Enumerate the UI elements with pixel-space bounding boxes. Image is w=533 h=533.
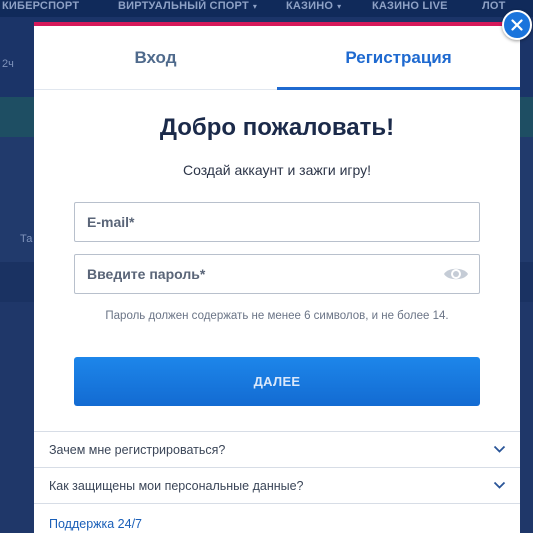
caret-down-icon: ▾ [252,2,258,11]
tab-register[interactable]: Регистрация [277,26,520,90]
faq-item-why-register[interactable]: Зачем мне регистрироваться? [34,431,520,467]
close-icon [511,19,523,31]
modal-title: Добро пожаловать! [159,114,395,141]
support-link[interactable]: Поддержка 24/7 [49,517,142,531]
caret-down-icon: ▾ [337,2,342,11]
nav-item-virtual-sport[interactable]: ВИРТУАЛЬНЫЙ СПОРТ ▾ [118,0,257,13]
password-hint: Пароль должен содержать не менее 6 симво… [105,310,449,322]
support-row: Поддержка 24/7 [34,503,520,533]
site-top-nav: КИБЕРСПОРТ ВИРТУАЛЬНЫЙ СПОРТ ▾ КАЗИНО ▾ КА… [0,0,533,17]
chevron-down-icon [493,481,506,489]
nav-item-label: КАЗИНО LIVE [372,0,448,12]
modal-subtitle: Создай аккаунт и зажги игру! [182,162,372,178]
email-input[interactable] [75,203,479,241]
tab-login[interactable]: Вход [34,26,277,90]
email-field [74,202,480,242]
bg-text: Та [20,233,33,245]
nav-item-label: КАЗИНО [286,0,334,12]
nav-item-casino-live[interactable]: КАЗИНО LIVE [372,0,448,12]
faq-label: Зачем мне регистрироваться? [49,442,226,457]
chevron-down-icon [493,445,506,453]
password-input[interactable] [75,255,479,293]
next-button[interactable]: ДАЛЕЕ [74,357,480,406]
tab-divider [34,89,277,90]
close-button[interactable] [502,10,532,40]
nav-item-label: ВИРТУАЛЬНЫЙ СПОРТ [118,0,249,12]
nav-item-label: КИБЕРСПОРТ [2,0,80,12]
faq-label: Как защищены мои персональные данные? [49,478,304,493]
registration-modal: Вход Регистрация Добро пожаловать! Созда… [34,22,520,533]
faq-item-data-protection[interactable]: Как защищены мои персональные данные? [34,467,520,503]
tab-register-label: Регистрация [345,48,452,67]
nav-item-lottery[interactable]: ЛОТ [482,0,506,12]
active-tab-underline [277,87,520,90]
nav-item-casino[interactable]: КАЗИНО ▾ [286,0,341,13]
password-field [74,254,480,294]
eye-icon[interactable] [443,264,469,284]
nav-item-label: ЛОТ [482,0,506,12]
auth-tabs: Вход Регистрация [34,26,520,90]
nav-item-esports[interactable]: КИБЕРСПОРТ [2,0,79,12]
tab-login-label: Вход [134,48,177,67]
bg-text: 2ч [2,58,14,70]
